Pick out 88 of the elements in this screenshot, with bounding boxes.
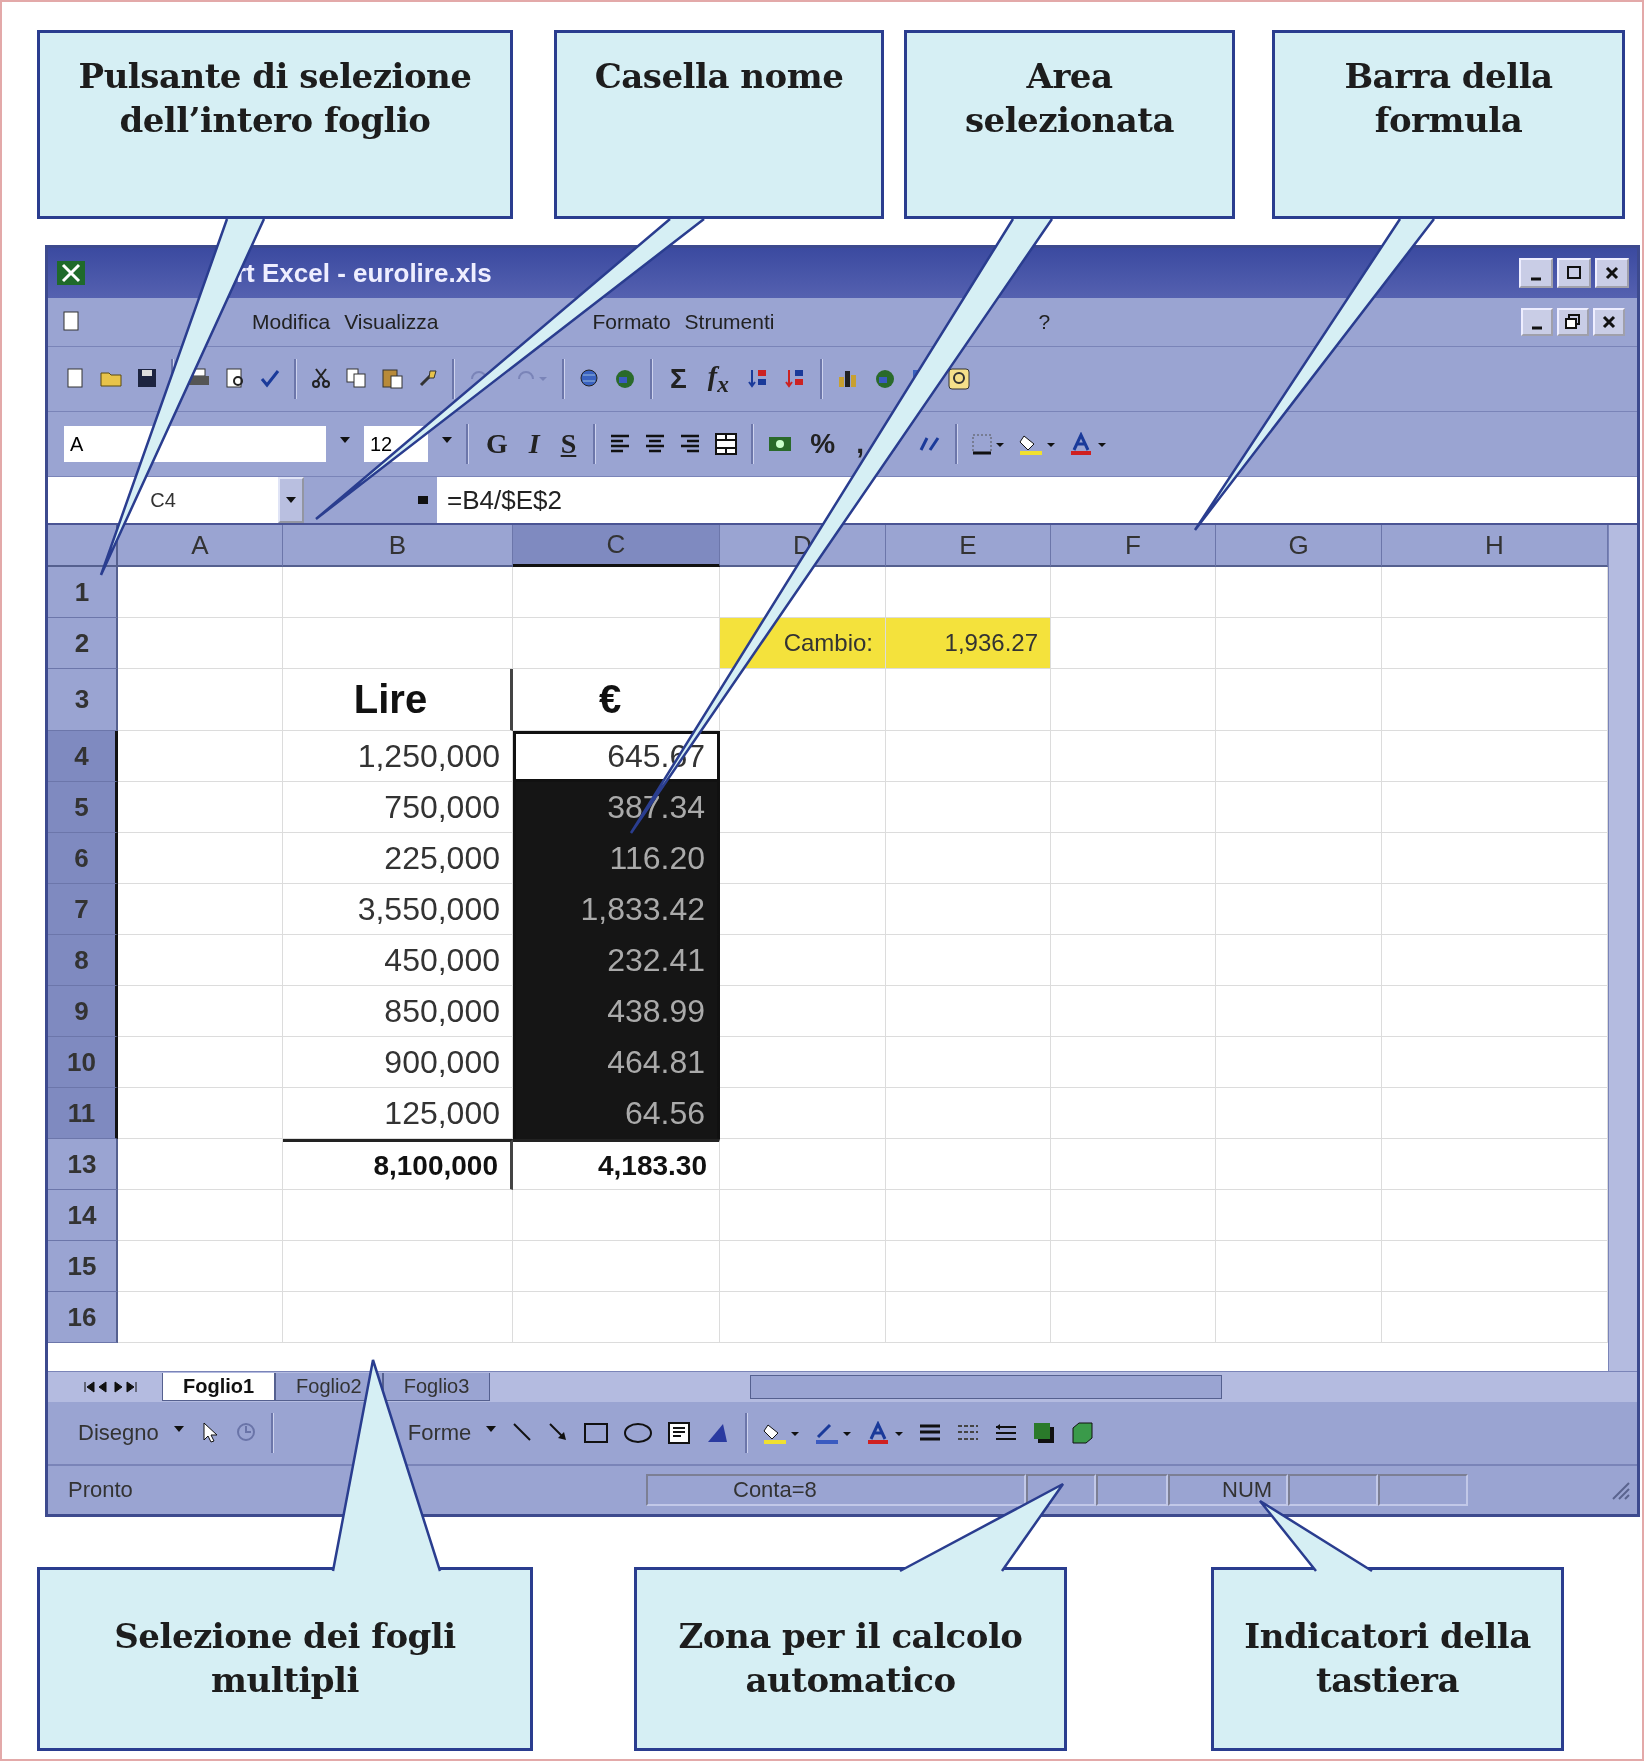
document-icon[interactable]	[60, 310, 82, 334]
column-header[interactable]: C	[513, 525, 720, 567]
callout-label: Casella nome	[554, 30, 884, 219]
row-header[interactable]: 9	[48, 986, 118, 1037]
callout-label: Area selezionata	[904, 30, 1235, 219]
dropdown-button[interactable]	[278, 477, 304, 523]
menu-item[interactable]: Modifica	[252, 310, 331, 334]
line-color-icon[interactable]	[814, 1421, 853, 1445]
close-icon[interactable]	[1595, 258, 1629, 288]
row-header[interactable]: 15	[48, 1241, 118, 1292]
sheet-tab[interactable]: Foglio3	[382, 1373, 491, 1401]
column-header[interactable]: A	[118, 525, 283, 567]
percent-button[interactable]: %	[806, 428, 840, 460]
restore-icon[interactable]	[1557, 308, 1589, 336]
rectangle-icon[interactable]	[583, 1421, 610, 1445]
table-cell: 1,936.27	[886, 618, 1051, 669]
shapes-menu[interactable]: Forme	[407, 1420, 472, 1446]
select-all-button[interactable]	[48, 525, 118, 567]
table-cell: Lire	[283, 669, 513, 731]
formula-field[interactable]: =B4/$E$2	[437, 477, 1637, 523]
style-button[interactable]: S	[556, 428, 581, 460]
table-cell: 4,183.30	[513, 1139, 720, 1190]
font-color-icon[interactable]	[1068, 432, 1107, 456]
menu-item[interactable]: Visualizza	[344, 310, 439, 334]
style-button[interactable]: I	[524, 428, 544, 460]
row-header[interactable]: 1	[48, 567, 118, 618]
borders-icon[interactable]	[970, 432, 1005, 456]
spreadsheet-logo-icon	[56, 260, 86, 286]
status-text: Pronto	[68, 1477, 134, 1503]
horizontal-scrollbar[interactable]	[750, 1375, 1223, 1399]
text-box-icon[interactable]	[667, 1421, 692, 1445]
document-icon[interactable]	[64, 367, 86, 391]
table-cell: Cambio:	[720, 618, 886, 669]
row-header[interactable]: 10	[48, 1037, 118, 1088]
menu-item[interactable]: Formato	[592, 310, 671, 334]
function-button[interactable]: f$_{x}$	[703, 360, 733, 398]
table-cell: 1,833.42	[513, 884, 720, 935]
column-header[interactable]: B	[283, 525, 513, 567]
maximize-icon[interactable]	[1557, 258, 1591, 288]
table-cell: 64.56	[513, 1088, 720, 1139]
copy-icon[interactable]	[345, 367, 367, 391]
callout-label: Barra della formula	[1272, 30, 1625, 219]
callout-label: Pulsante di selezione dell’intero foglio	[37, 30, 513, 219]
column-header[interactable]: E	[886, 525, 1051, 567]
map-icon[interactable]	[613, 367, 637, 391]
auto-calc-panel: Conta=8	[646, 1474, 1026, 1506]
menu-item[interactable]: ?	[1038, 310, 1051, 334]
merge-cells-icon[interactable]	[714, 432, 739, 456]
help-icon[interactable]	[946, 367, 971, 391]
column-header[interactable]: G	[1216, 525, 1382, 567]
vertical-scrollbar[interactable]	[1608, 525, 1637, 1371]
table-cell: 8,100,000	[283, 1139, 513, 1190]
table-cell: 464.81	[513, 1037, 720, 1088]
draw-menu[interactable]: Disegno	[78, 1420, 159, 1446]
row-header[interactable]: 6	[48, 833, 118, 884]
row-header[interactable]: 4	[48, 731, 118, 782]
font-dropdown[interactable]: A	[64, 426, 326, 462]
row-header[interactable]: 8	[48, 935, 118, 986]
clipboard-icon[interactable]	[380, 367, 404, 391]
scissors-icon[interactable]	[310, 367, 332, 391]
preview-icon[interactable]	[224, 367, 246, 391]
row-header[interactable]: 14	[48, 1190, 118, 1241]
column-header[interactable]: F	[1051, 525, 1216, 567]
enter-formula-icon[interactable]	[417, 494, 429, 506]
row-header[interactable]: 11	[48, 1088, 118, 1139]
row-header[interactable]: 5	[48, 782, 118, 833]
row-header[interactable]: 13	[48, 1139, 118, 1190]
column-header[interactable]: H	[1382, 525, 1608, 567]
autosum-button[interactable]: Σ	[666, 363, 691, 395]
row-header[interactable]: 16	[48, 1292, 118, 1343]
sheet-tab[interactable]: Foglio1	[162, 1373, 276, 1401]
ellipse-icon[interactable]	[623, 1421, 654, 1445]
style-button[interactable]: G	[482, 428, 512, 460]
3d-box-icon[interactable]	[1070, 1421, 1095, 1445]
row-header[interactable]: 3	[48, 669, 118, 731]
font-color-icon[interactable]	[866, 1421, 905, 1445]
row-header[interactable]: 2	[48, 618, 118, 669]
status-panel	[1096, 1474, 1168, 1506]
menu-item[interactable]: Strumenti	[684, 310, 775, 334]
row-header[interactable]: 7	[48, 884, 118, 935]
shadow-icon[interactable]	[1032, 1421, 1057, 1445]
minimize-icon[interactable]	[1521, 308, 1553, 336]
keyboard-indicator: NUM	[1168, 1474, 1288, 1506]
close-icon[interactable]	[1593, 308, 1625, 336]
comma-button[interactable]: ,	[852, 428, 868, 460]
table-cell: 116.20	[513, 833, 720, 884]
table-cell: 438.99	[513, 986, 720, 1037]
table-cell: 232.41	[513, 935, 720, 986]
